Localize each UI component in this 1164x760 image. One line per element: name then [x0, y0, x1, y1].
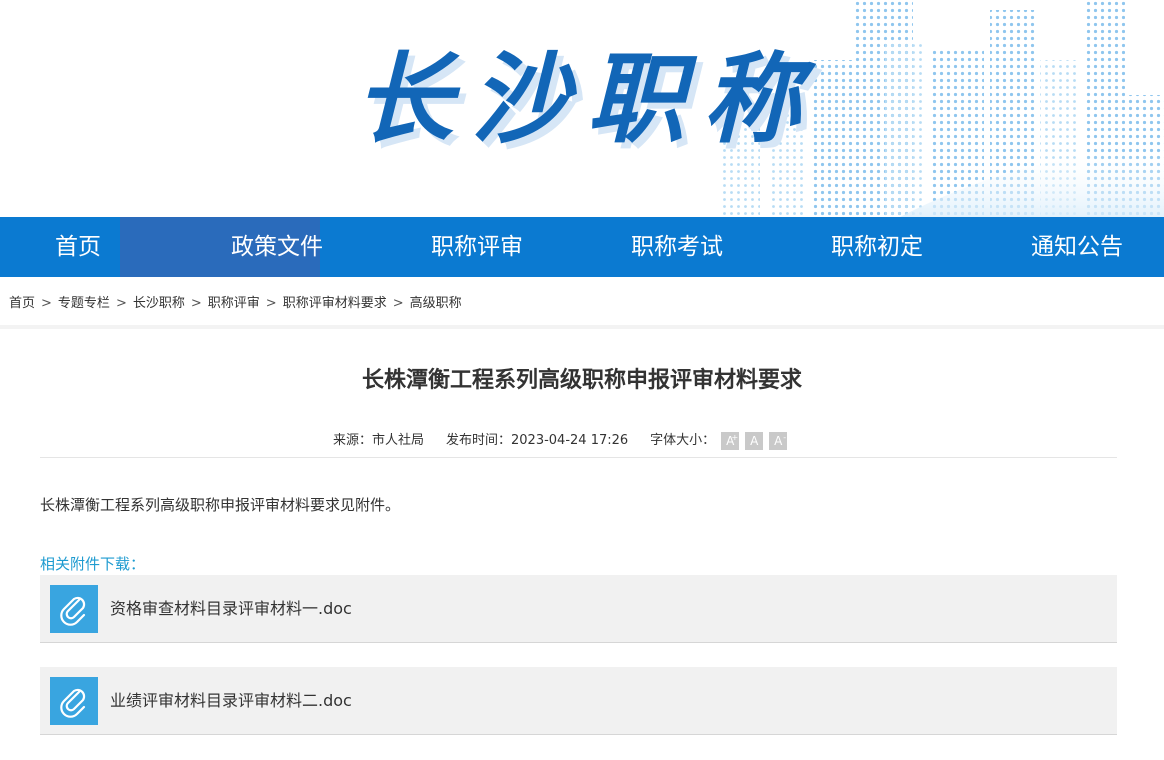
nav-item-title-review[interactable]: 职称评审	[431, 217, 523, 277]
font-increase-button[interactable]: A +	[721, 431, 740, 450]
font-size-label: 字体大小：	[650, 433, 716, 448]
article-title: 长株潭衡工程系列高级职称申报评审材料要求	[361, 368, 802, 393]
paperclip-icon	[50, 585, 98, 633]
article-source: 来源：市人社局	[333, 433, 425, 448]
breadcrumb-item[interactable]: 专题专栏	[58, 296, 110, 311]
breadcrumb-separator: >	[115, 296, 127, 311]
attachment-name[interactable]: 资格审查材料目录评审材料一.doc	[110, 575, 352, 643]
site-banner: 长沙职称	[0, 0, 1164, 217]
nav-item-title-initial[interactable]: 职称初定	[831, 217, 923, 277]
paperclip-icon	[50, 677, 98, 725]
nav-item-notices[interactable]: 通知公告	[1031, 217, 1123, 277]
nav-item-home[interactable]: 首页	[55, 217, 101, 277]
site-title: 长沙职称	[355, 43, 820, 157]
breadcrumb-item-current[interactable]: 高级职称	[410, 296, 462, 311]
article-body: 长株潭衡工程系列高级职称申报评审材料要求见附件。	[40, 496, 401, 514]
breadcrumb-item[interactable]: 长沙职称	[133, 296, 185, 311]
font-reset-button[interactable]: A	[745, 431, 764, 450]
article-meta: 来源：市人社局 发布时间：2023-04-24 17:26 字体大小： A + A A -	[333, 430, 788, 452]
breadcrumb-separator: >	[190, 296, 202, 311]
breadcrumb-item[interactable]: 首页	[9, 296, 35, 311]
breadcrumb: 首页 > 专题专栏 > 长沙职称 > 职称评审 > 职称评审材料要求 > 高级职称	[9, 292, 462, 316]
font-decrease-button[interactable]: A-	[769, 431, 788, 450]
article-publish-time: 发布时间：2023-04-24 17:26	[446, 433, 629, 448]
attachment-item[interactable]: 业绩评审材料目录评审材料二.doc	[40, 667, 1117, 735]
breadcrumb-divider	[0, 325, 1164, 329]
breadcrumb-item[interactable]: 职称评审	[208, 296, 260, 311]
attachment-name[interactable]: 业绩评审材料目录评审材料二.doc	[110, 667, 352, 735]
breadcrumb-separator: >	[392, 296, 404, 311]
nav-item-title-exam[interactable]: 职称考试	[631, 217, 723, 277]
attachments-label: 相关附件下载：	[40, 555, 146, 573]
nav-item-policy[interactable]: 政策文件	[231, 217, 323, 277]
breadcrumb-separator: >	[265, 296, 277, 311]
attachment-item[interactable]: 资格审查材料目录评审材料一.doc	[40, 575, 1117, 643]
breadcrumb-item[interactable]: 职称评审材料要求	[283, 296, 387, 311]
main-nav: 首页 政策文件 职称评审 职称考试 职称初定 通知公告	[0, 217, 1164, 277]
breadcrumb-separator: >	[41, 296, 52, 311]
meta-divider	[40, 457, 1117, 458]
